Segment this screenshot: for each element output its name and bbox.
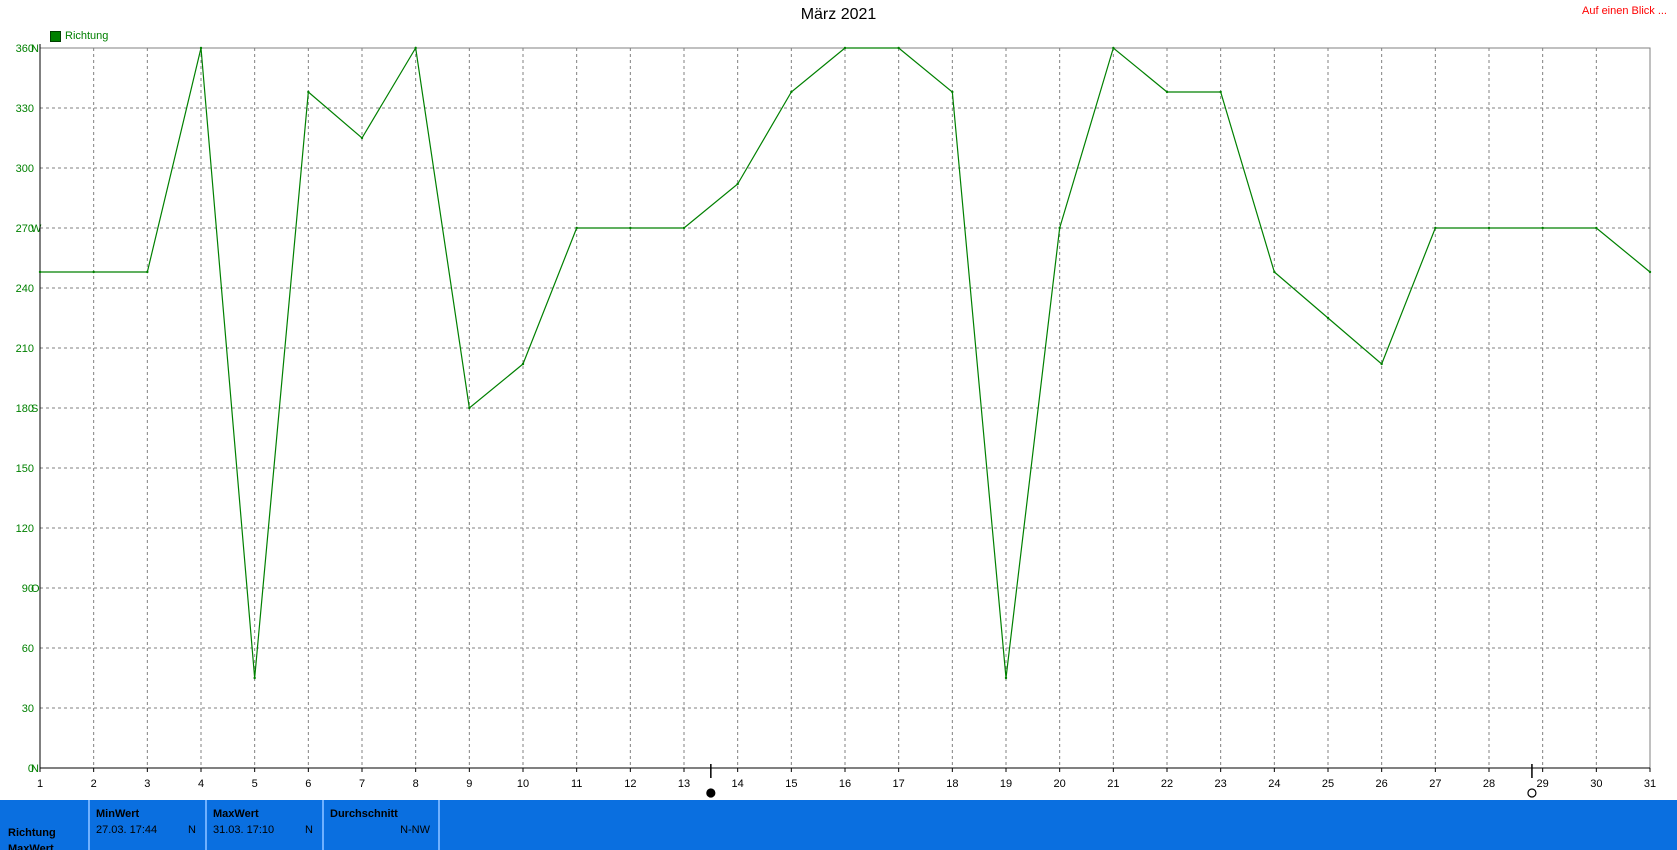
data-point [790,90,793,94]
x-tick-label: 22 [1161,778,1173,790]
x-tick-label: 2 [91,778,97,790]
data-point [146,270,149,274]
y-tick-label: 330 [16,103,34,115]
x-tick-label: 21 [1107,778,1119,790]
data-point [575,226,578,230]
stats-max-header: MaxWert [213,808,259,820]
stats-max-dir: N [305,824,313,836]
x-tick-label: 26 [1376,778,1388,790]
data-point [199,46,203,50]
data-point [1595,226,1598,230]
stats-avg-header: Durchschnitt [330,808,398,820]
x-tick-label: 16 [839,778,851,790]
x-tick-label: 23 [1215,778,1227,790]
y-tick-label: 150 [16,463,34,475]
x-tick-label: 14 [732,778,744,790]
y-compass-label: N [31,763,39,775]
x-tick-label: 1 [37,778,43,790]
y-compass-label: O [31,583,40,595]
data-point [468,406,471,410]
x-tick-label: 29 [1537,778,1549,790]
y-tick-label: 30 [22,703,34,715]
data-point [92,270,95,274]
data-point [629,226,632,230]
data-point [1273,270,1276,274]
y-tick-label: 60 [22,643,34,655]
data-point [1434,226,1437,230]
x-tick-label: 13 [678,778,690,790]
data-point [736,182,739,186]
x-tick-label: 28 [1483,778,1495,790]
x-tick-label: 9 [466,778,472,790]
data-point [1219,90,1222,94]
data-point [521,362,525,366]
x-tick-label: 12 [624,778,636,790]
y-compass-label: S [31,403,38,415]
x-tick-label: 3 [144,778,150,790]
stats-row-label-maxwert: MaxWert [8,843,54,850]
data-point [682,226,686,230]
data-point [1165,90,1169,94]
data-point [414,46,417,50]
x-tick-label: 7 [359,778,365,790]
data-point [1380,362,1383,366]
x-tick-label: 25 [1322,778,1334,790]
stats-min-value: 27.03. 17:44 [96,824,158,836]
y-compass-label: N [31,43,39,55]
y-tick-label: 120 [16,523,34,535]
stats-avg-dir: N-NW [400,824,430,836]
x-tick-label: 8 [413,778,419,790]
x-tick-label: 11 [571,778,582,790]
x-tick-label: 5 [252,778,258,790]
stats-row-label-richtung: Richtung [8,827,56,839]
x-tick-label: 20 [1054,778,1066,790]
stats-row-labels: Richtung MaxWert [8,825,56,850]
new-moon-icon [706,788,716,798]
y-tick-label: 210 [16,343,34,355]
stats-min-header: MinWert [96,808,140,820]
data-point [253,676,256,680]
x-tick-label: 4 [198,778,204,790]
data-point [1112,46,1115,50]
data-point [1004,676,1008,680]
stats-max-cell: MaxWert 31.03. 17:10 N [205,800,321,850]
data-point [1541,226,1544,230]
data-point [951,90,954,94]
x-tick-label: 10 [517,778,529,790]
x-tick-label: 30 [1590,778,1602,790]
data-point [1058,226,1061,230]
data-point [897,46,900,50]
y-tick-label: 300 [16,163,34,175]
chart-area: 0306090120150180210240270300330360NOSWN1… [16,43,1656,798]
data-point [38,270,42,274]
x-tick-label: 18 [946,778,958,790]
data-point [307,90,310,94]
x-tick-label: 15 [785,778,797,790]
x-tick-label: 24 [1268,778,1280,790]
y-tick-label: 240 [16,283,34,295]
full-moon-icon [1527,788,1537,798]
x-tick-label: 6 [305,778,311,790]
data-point [1487,226,1491,230]
data-point [843,46,847,50]
data-point [1326,316,1330,320]
stats-min-dir: N [188,824,196,836]
x-tick-label: 17 [893,778,905,790]
x-tick-label: 27 [1429,778,1441,790]
data-point [1648,270,1652,274]
stats-max-value: 31.03. 17:10 [213,824,275,836]
data-point [360,136,364,140]
stats-min-cell: MinWert 27.03. 17:44 N [88,800,204,850]
x-tick-label: 19 [1000,778,1012,790]
stats-panel: Richtung MaxWert MinWert 27.03. 17:44 N … [0,800,1677,850]
x-tick-label: 31 [1644,778,1656,790]
stats-avg-cell: Durchschnitt N-NW [322,800,440,850]
